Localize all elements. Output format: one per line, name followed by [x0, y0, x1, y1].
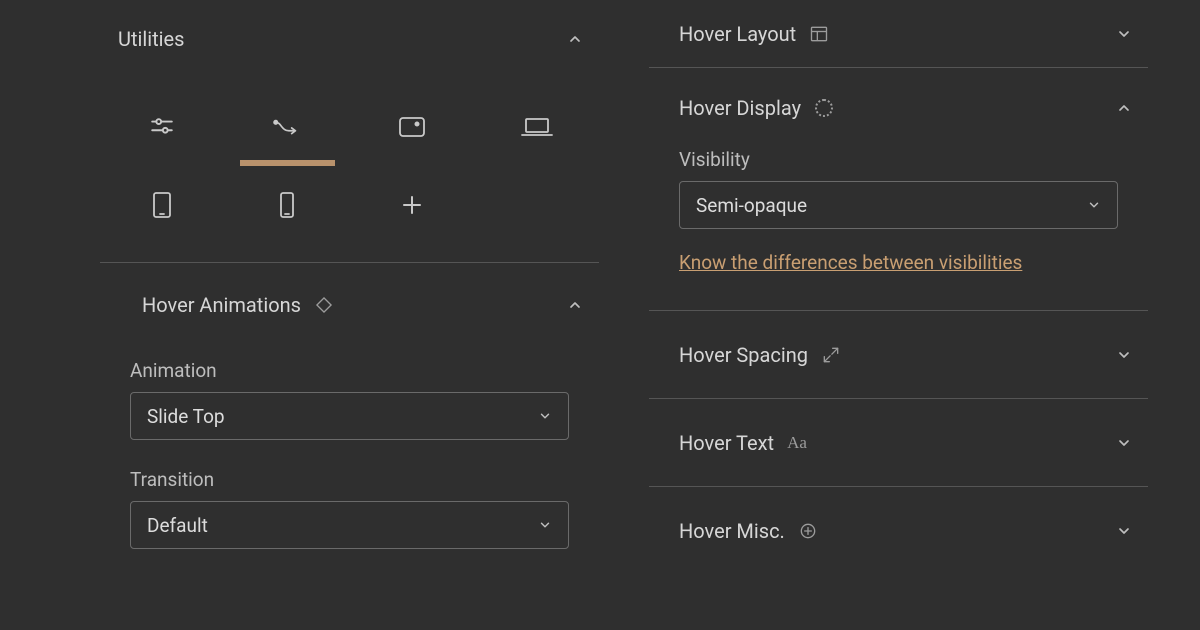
chevron-down-icon [1110, 517, 1138, 545]
chevron-up-icon [1110, 94, 1138, 122]
visibility-select[interactable]: Semi-opaque [679, 181, 1118, 229]
hover-display-title: Hover Display [679, 96, 801, 120]
utilities-title: Utilities [118, 27, 184, 51]
section-hover-display[interactable]: Hover Display [649, 68, 1148, 148]
chevron-down-icon [538, 405, 552, 428]
section-hover-animations[interactable]: Hover Animations [100, 269, 599, 341]
transition-value: Default [147, 514, 208, 537]
transition-select[interactable]: Default [130, 501, 569, 549]
empty-cell [474, 166, 599, 244]
hover-animations-title: Hover Animations [142, 293, 301, 317]
section-hover-spacing[interactable]: Hover Spacing [649, 311, 1148, 399]
hover-spacing-title: Hover Spacing [679, 343, 808, 367]
loading-dotted-icon [813, 97, 835, 119]
chevron-down-icon [1110, 429, 1138, 457]
transition-label: Transition [130, 468, 569, 491]
animation-label: Animation [130, 359, 569, 382]
chevron-up-icon [561, 25, 589, 53]
aspect-ratio-icon[interactable] [350, 88, 475, 166]
chevron-down-icon [1110, 20, 1138, 48]
chevron-down-icon [1087, 194, 1101, 217]
section-utilities[interactable]: Utilities [100, 0, 599, 68]
layout-icon [808, 23, 830, 45]
plus-circle-icon [797, 520, 819, 542]
hover-text-title: Hover Text [679, 431, 774, 455]
motion-path-icon[interactable] [225, 88, 350, 166]
visibility-value: Semi-opaque [696, 194, 807, 217]
settings-sliders-icon[interactable] [100, 88, 225, 166]
chevron-up-icon [561, 291, 589, 319]
typography-icon: Aa [786, 432, 808, 454]
diamond-icon [313, 294, 335, 316]
hover-misc-title: Hover Misc. [679, 519, 785, 543]
animation-select[interactable]: Slide Top [130, 392, 569, 440]
chevron-down-icon [538, 514, 552, 537]
phone-icon[interactable] [225, 166, 350, 244]
tablet-icon[interactable] [100, 166, 225, 244]
laptop-icon[interactable] [474, 88, 599, 166]
animation-value: Slide Top [147, 405, 225, 428]
section-hover-text[interactable]: Hover Text Aa [649, 399, 1148, 487]
section-hover-layout[interactable]: Hover Layout [649, 0, 1148, 68]
hover-layout-title: Hover Layout [679, 22, 796, 46]
chevron-down-icon [1110, 341, 1138, 369]
visibility-help-link[interactable]: Know the differences between visibilitie… [679, 251, 1022, 274]
add-icon[interactable] [350, 166, 475, 244]
expand-arrows-icon [820, 344, 842, 366]
visibility-label: Visibility [679, 148, 1118, 171]
section-hover-misc[interactable]: Hover Misc. [649, 487, 1148, 575]
utilities-icon-grid [100, 68, 599, 263]
